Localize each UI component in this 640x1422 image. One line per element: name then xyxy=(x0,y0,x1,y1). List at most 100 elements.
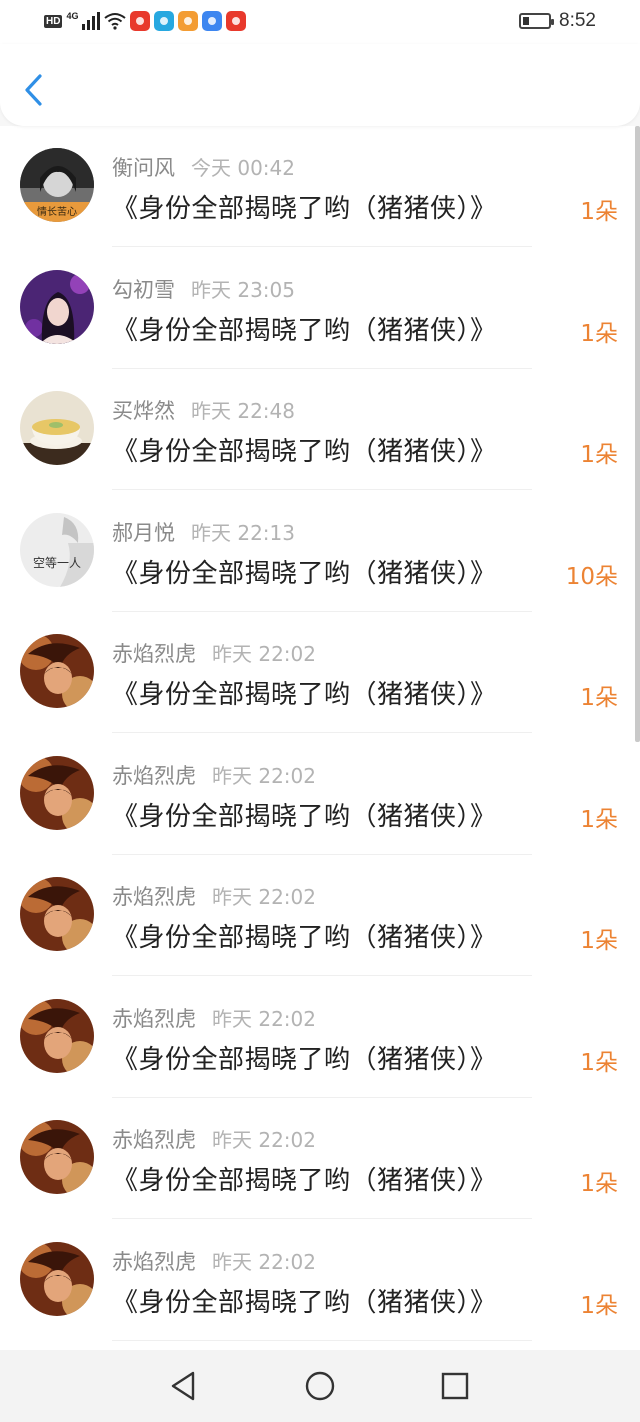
square-recents-icon[interactable] xyxy=(437,1368,473,1404)
status-left: HD 4G xyxy=(44,11,247,31)
sender-line: 买烨然 昨天 22:48 xyxy=(112,395,295,425)
signal-icon xyxy=(82,12,101,30)
flower-count: 1朵 xyxy=(580,928,618,954)
circle-home-icon[interactable] xyxy=(302,1368,338,1404)
work-title[interactable]: 《身份全部揭晓了哟（猪猪侠）》 xyxy=(112,796,497,833)
signal-bar xyxy=(87,20,91,30)
timestamp: 昨天 22:02 xyxy=(212,1249,316,1274)
sender-name[interactable]: 赤焰烈虎 xyxy=(112,764,196,788)
timestamp: 昨天 23:05 xyxy=(191,277,295,302)
notification-icons xyxy=(130,11,247,31)
work-title[interactable]: 《身份全部揭晓了哟（猪猪侠）》 xyxy=(112,1039,497,1076)
sender-line: 赤焰烈虎 昨天 22:02 xyxy=(112,1124,316,1154)
timestamp: 昨天 22:13 xyxy=(191,520,295,545)
work-title[interactable]: 《身份全部揭晓了哟（猪猪侠）》 xyxy=(112,553,497,590)
top-bar xyxy=(0,44,640,126)
flower-count: 1朵 xyxy=(580,1049,618,1076)
flower-count: 1朵 xyxy=(580,1171,618,1197)
video-icon xyxy=(178,11,199,31)
avatar[interactable] xyxy=(20,391,94,465)
work-title[interactable]: 《身份全部揭晓了哟（猪猪侠）》 xyxy=(112,1160,497,1197)
signal-bar xyxy=(97,12,101,30)
work-title[interactable]: 《身份全部揭晓了哟（猪猪侠）》 xyxy=(112,188,497,225)
scrollbar[interactable] xyxy=(635,126,640,742)
gift-row[interactable]: 赤焰烈虎 昨天 22:02 《身份全部揭晓了哟（猪猪侠）》 1朵 xyxy=(0,977,640,1098)
flower-count: 1朵 xyxy=(580,1292,618,1319)
avatar[interactable] xyxy=(20,1120,94,1194)
row-divider xyxy=(112,1339,532,1341)
gift-row[interactable]: 赤焰烈虎 昨天 22:02 《身份全部揭晓了哟（猪猪侠）》 1朵 xyxy=(0,1220,640,1341)
timestamp: 昨天 22:02 xyxy=(212,1006,316,1031)
sender-name[interactable]: 勾初雪 xyxy=(112,278,175,302)
sender-line: 赤焰烈虎 昨天 22:02 xyxy=(112,638,316,668)
sender-name[interactable]: 郝月悦 xyxy=(112,521,175,545)
avatar[interactable] xyxy=(20,877,94,951)
weibo-icon xyxy=(226,11,247,31)
wifi-icon xyxy=(104,13,127,30)
status-right: 8:52 xyxy=(519,10,596,32)
gift-row[interactable]: 买烨然 昨天 22:48 《身份全部揭晓了哟（猪猪侠）》 1朵 xyxy=(0,369,640,490)
sender-name[interactable]: 衡问风 xyxy=(112,156,175,180)
avatar[interactable] xyxy=(20,1241,94,1316)
signal-bar xyxy=(92,16,96,30)
gift-row[interactable]: 情长苦心 衡问风 今天 00:42 《身份全部揭晓了哟（猪猪侠）》 1朵 xyxy=(0,126,640,247)
signal-bar xyxy=(82,24,86,30)
sender-line: 勾初雪 昨天 23:05 xyxy=(112,274,295,304)
avatar-caption: 空等一人 xyxy=(32,555,81,570)
avatar[interactable] xyxy=(20,269,94,344)
triangle-back-icon[interactable] xyxy=(165,1368,201,1404)
work-title[interactable]: 《身份全部揭晓了哟（猪猪侠）》 xyxy=(112,917,497,954)
gift-row[interactable]: 空等一人 郝月悦 昨天 22:13 《身份全部揭晓了哟（猪猪侠）》 10朵 xyxy=(0,491,640,612)
sender-name[interactable]: 赤焰烈虎 xyxy=(112,642,196,666)
work-title[interactable]: 《身份全部揭晓了哟（猪猪侠）》 xyxy=(112,431,497,468)
timestamp: 昨天 22:02 xyxy=(212,885,316,909)
sender-line: 赤焰烈虎 昨天 22:02 xyxy=(112,1003,316,1033)
gift-row[interactable]: 赤焰烈虎 昨天 22:02 《身份全部揭晓了哟（猪猪侠）》 1朵 xyxy=(0,612,640,733)
sender-line: 衡问风 今天 00:42 xyxy=(112,152,295,182)
avatar-caption: 情长苦心 xyxy=(37,207,77,218)
gift-row[interactable]: 勾初雪 昨天 23:05 《身份全部揭晓了哟（猪猪侠）》 1朵 xyxy=(0,248,640,369)
sender-name[interactable]: 赤焰烈虎 xyxy=(112,885,196,909)
timestamp: 昨天 22:02 xyxy=(212,763,316,788)
flower-count: 1朵 xyxy=(580,320,618,347)
flower-count: 1朵 xyxy=(580,806,618,833)
avatar[interactable] xyxy=(20,755,94,830)
battery-icon xyxy=(519,13,555,29)
sender-line: 赤焰烈虎 昨天 22:02 xyxy=(112,1246,316,1276)
timestamp: 今天 00:42 xyxy=(191,156,295,180)
flower-count: 1朵 xyxy=(580,685,618,711)
gift-list: 情长苦心 衡问风 今天 00:42 《身份全部揭晓了哟（猪猪侠）》 1朵 勾初雪 昨天 23… xyxy=(0,126,640,1350)
sender-name[interactable]: 赤焰烈虎 xyxy=(112,1250,196,1274)
flower-count: 1朵 xyxy=(580,199,618,225)
avatar[interactable]: 情长苦心 xyxy=(20,148,94,222)
status-bar: HD 4G 8:52 xyxy=(0,0,640,44)
work-title[interactable]: 《身份全部揭晓了哟（猪猪侠）》 xyxy=(112,674,497,711)
sender-name[interactable]: 赤焰烈虎 xyxy=(112,1007,196,1031)
avatar[interactable] xyxy=(20,998,94,1073)
network-type: 4G xyxy=(66,11,79,21)
flower-count: 1朵 xyxy=(580,442,618,468)
sender-name[interactable]: 买烨然 xyxy=(112,399,175,423)
work-title[interactable]: 《身份全部揭晓了哟（猪猪侠）》 xyxy=(112,310,497,347)
avatar[interactable]: 空等一人 xyxy=(20,512,94,587)
clock: 8:52 xyxy=(559,10,596,31)
flower-count: 10朵 xyxy=(565,563,618,590)
timestamp: 昨天 22:02 xyxy=(212,1128,316,1152)
sender-name[interactable]: 赤焰烈虎 xyxy=(112,1128,196,1152)
chevron-left-icon[interactable] xyxy=(18,70,50,110)
reader-icon xyxy=(154,11,175,31)
avatar[interactable] xyxy=(20,634,94,708)
sender-line: 赤焰烈虎 昨天 22:02 xyxy=(112,760,316,790)
work-title[interactable]: 《身份全部揭晓了哟（猪猪侠）》 xyxy=(112,1282,497,1319)
hd-badge: HD xyxy=(44,14,63,28)
gift-row[interactable]: 赤焰烈虎 昨天 22:02 《身份全部揭晓了哟（猪猪侠）》 1朵 xyxy=(0,855,640,976)
weibo-icon xyxy=(130,11,151,31)
timestamp: 昨天 22:02 xyxy=(212,642,316,666)
sender-line: 郝月悦 昨天 22:13 xyxy=(112,517,295,547)
timestamp: 昨天 22:48 xyxy=(191,399,295,423)
sender-line: 赤焰烈虎 昨天 22:02 xyxy=(112,881,316,911)
phone-icon xyxy=(202,11,223,31)
gift-row[interactable]: 赤焰烈虎 昨天 22:02 《身份全部揭晓了哟（猪猪侠）》 1朵 xyxy=(0,734,640,855)
navigation-bar xyxy=(0,1350,640,1422)
gift-row[interactable]: 赤焰烈虎 昨天 22:02 《身份全部揭晓了哟（猪猪侠）》 1朵 xyxy=(0,1098,640,1219)
